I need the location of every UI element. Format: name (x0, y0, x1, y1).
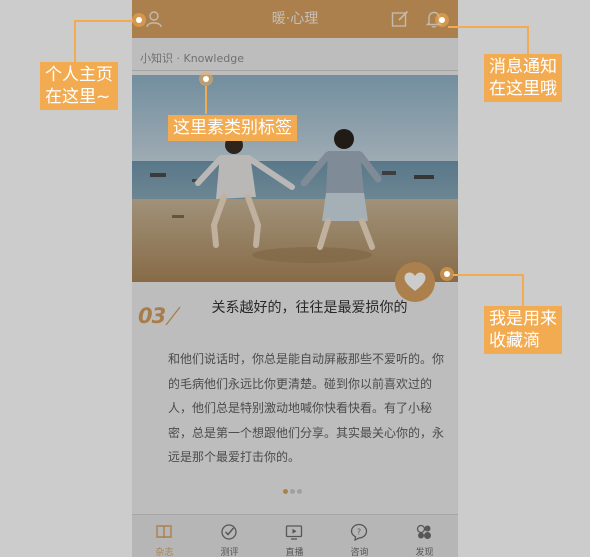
leader-line (522, 274, 524, 306)
notification-hotspot-marker (435, 13, 449, 27)
category-hotspot-marker (199, 72, 213, 86)
favorite-hotspot-marker (440, 267, 454, 281)
profile-callout: 个人主页 在这里~ (40, 62, 118, 110)
profile-hotspot-marker (132, 13, 146, 27)
category-tag-callout: 这里素类别标签 (168, 115, 297, 141)
leader-line (74, 20, 76, 64)
leader-line (205, 86, 207, 114)
leader-line (453, 274, 523, 276)
leader-line (448, 26, 528, 28)
leader-line (527, 26, 529, 56)
favorite-callout: 我是用来 收藏滴 (484, 306, 562, 354)
leader-line (75, 20, 133, 22)
notification-callout: 消息通知 在这里哦 (484, 54, 562, 102)
